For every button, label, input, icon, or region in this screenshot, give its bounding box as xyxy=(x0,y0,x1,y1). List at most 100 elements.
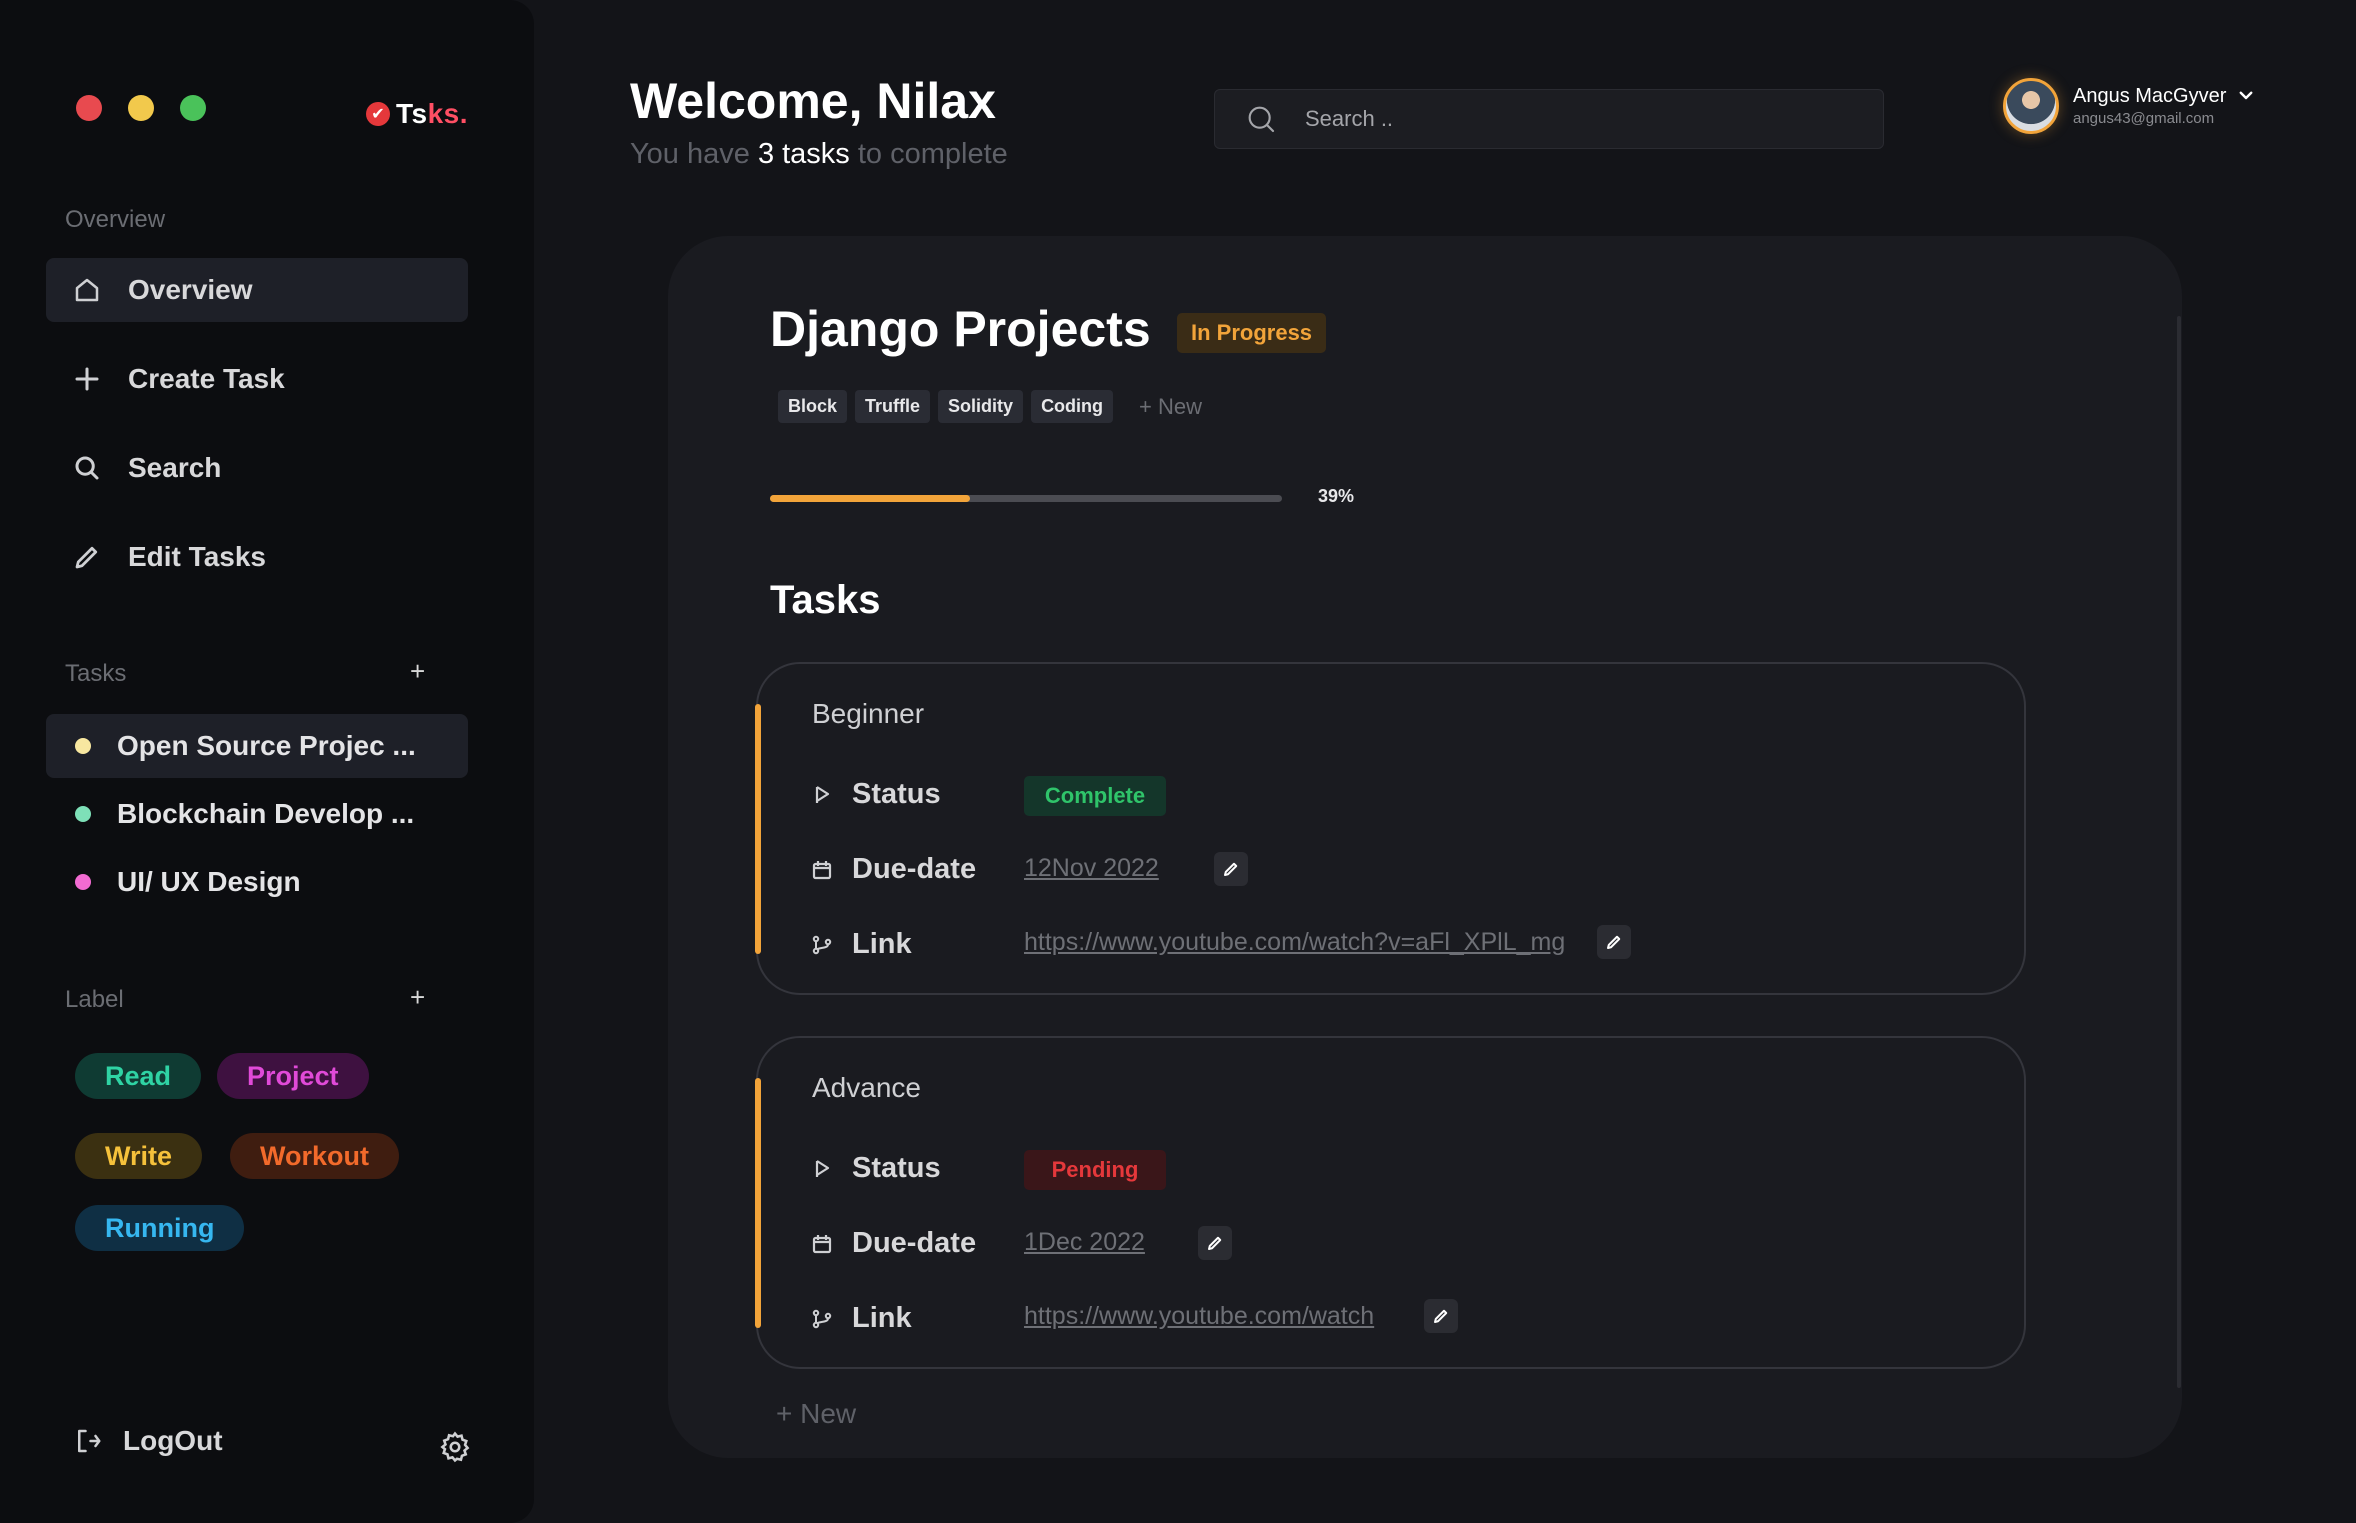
window-controls xyxy=(76,95,206,121)
project-tags: Block Truffle Solidity Coding + New xyxy=(778,390,1202,423)
calendar-icon xyxy=(812,1234,832,1253)
due-date-value[interactable]: 1Dec 2022 xyxy=(1024,1228,1145,1257)
task-color-dot xyxy=(75,806,91,822)
logout-button[interactable]: LogOut xyxy=(73,1425,223,1457)
link-row: Link xyxy=(810,928,912,961)
tasks-remaining-count: 3 tasks xyxy=(757,138,850,170)
add-tag-button[interactable]: + New xyxy=(1139,394,1202,420)
app-logo: ✔ Tsks. xyxy=(366,98,468,130)
nav-search[interactable]: Search xyxy=(46,436,468,500)
status-row: Status xyxy=(810,1152,941,1185)
nav-edit-tasks[interactable]: Edit Tasks xyxy=(46,525,468,589)
nav-overview-label: Overview xyxy=(128,274,253,305)
project-progress-percent: 39% xyxy=(1318,486,1355,506)
close-window-button[interactable] xyxy=(76,95,102,121)
logo-text-accent: ks. xyxy=(427,98,469,129)
label-chip-workout[interactable]: Workout xyxy=(230,1133,399,1179)
tag-coding[interactable]: Coding xyxy=(1031,390,1114,423)
status-pill-pending[interactable]: Pending xyxy=(1024,1150,1166,1190)
edit-due-date-button[interactable] xyxy=(1214,852,1248,886)
project-title: Django Projects xyxy=(770,301,1151,357)
search-bar[interactable] xyxy=(1214,89,1884,149)
due-date-value[interactable]: 12Nov 2022 xyxy=(1024,854,1159,883)
task-card-title: Beginner xyxy=(812,698,925,729)
task-card-beginner[interactable]: Beginner Status Complete Due-date 12Nov … xyxy=(755,662,2026,995)
edit-link-button[interactable] xyxy=(1424,1299,1458,1333)
task-card-advance[interactable]: Advance Status Pending Due-date 1Dec 202… xyxy=(755,1036,2026,1369)
tag-solidity[interactable]: Solidity xyxy=(938,390,1024,423)
nav-edit-tasks-label: Edit Tasks xyxy=(128,541,266,572)
edit-link-button[interactable] xyxy=(1597,925,1631,959)
tag-block[interactable]: Block xyxy=(778,390,848,423)
sidebar-task-blockchain[interactable]: Blockchain Develop ... xyxy=(46,782,468,846)
label-chip-write[interactable]: Write xyxy=(75,1133,203,1179)
pencil-icon xyxy=(1607,935,1621,949)
user-menu[interactable]: Angus MacGyver angus43@gmail.com xyxy=(2003,78,2226,134)
calendar-icon xyxy=(812,860,832,879)
pencil-icon xyxy=(1208,1236,1222,1250)
task-card-title: Advance xyxy=(812,1072,921,1103)
logout-label: LogOut xyxy=(123,1425,223,1456)
search-input[interactable] xyxy=(1305,106,1865,132)
avatar[interactable] xyxy=(2003,78,2059,134)
sidebar-task-open-source[interactable]: Open Source Projec ... xyxy=(46,714,468,778)
project-status-badge: In Progress xyxy=(1177,313,1327,353)
plus-icon xyxy=(75,367,99,391)
maximize-window-button[interactable] xyxy=(180,95,206,121)
user-name: Angus MacGyver xyxy=(2073,85,2227,107)
label-section-label: Label xyxy=(65,986,124,1013)
tasks-section-label: Tasks xyxy=(65,660,127,687)
card-accent-bar xyxy=(755,704,761,954)
nav-search-label: Search xyxy=(128,452,222,483)
due-date-row: Due-date xyxy=(810,1227,976,1260)
task-color-dot xyxy=(75,874,91,890)
tasks-heading: Tasks xyxy=(770,578,881,622)
git-branch-icon xyxy=(812,1309,832,1328)
link-key: Link xyxy=(852,1302,912,1334)
add-label-button[interactable]: + xyxy=(410,982,425,1013)
sidebar: ✔ Tsks. Overview Overview Create Task Se… xyxy=(0,0,534,1523)
status-pill-complete[interactable]: Complete xyxy=(1024,776,1166,816)
home-icon xyxy=(75,278,99,302)
nav-create-task-label: Create Task xyxy=(128,363,285,394)
search-icon xyxy=(1248,106,1275,133)
tag-truffle[interactable]: Truffle xyxy=(855,390,931,423)
due-date-row: Due-date xyxy=(810,853,976,886)
git-branch-icon xyxy=(812,935,832,954)
project-progress-fill xyxy=(770,495,970,502)
add-task-card-button[interactable]: + New xyxy=(776,1398,856,1430)
pencil-icon xyxy=(1434,1309,1448,1323)
chevron-down-icon[interactable] xyxy=(2237,86,2255,104)
check-circle-icon: ✔ xyxy=(366,102,390,126)
label-chip-project[interactable]: Project xyxy=(217,1053,369,1099)
sidebar-task-ui-ux[interactable]: UI/ UX Design xyxy=(46,850,468,914)
welcome-heading: Welcome, Nilax xyxy=(630,73,996,129)
label-chip-running[interactable]: Running xyxy=(75,1205,245,1251)
task-color-dot xyxy=(75,738,91,754)
add-task-button[interactable]: + xyxy=(410,656,425,687)
overview-section-label: Overview xyxy=(65,206,166,233)
nav-create-task[interactable]: Create Task xyxy=(46,347,468,411)
logout-icon xyxy=(78,1429,101,1453)
pencil-icon xyxy=(75,546,98,569)
sidebar-task-label: Blockchain Develop ... xyxy=(117,798,415,829)
status-key: Status xyxy=(852,1152,941,1184)
tasks-remaining-text: You have 3 tasks to complete xyxy=(630,138,1008,170)
user-email: angus43@gmail.com xyxy=(2073,110,2215,127)
link-row: Link xyxy=(810,1302,912,1335)
search-icon xyxy=(75,456,99,480)
label-chip-read[interactable]: Read xyxy=(75,1053,202,1099)
panel-scrollbar[interactable] xyxy=(2177,316,2181,1388)
link-value[interactable]: https://www.youtube.com/watch xyxy=(1024,1302,1374,1331)
edit-due-date-button[interactable] xyxy=(1198,1226,1232,1260)
minimize-window-button[interactable] xyxy=(128,95,154,121)
flag-icon xyxy=(815,785,830,803)
link-key: Link xyxy=(852,928,912,960)
due-date-key: Due-date xyxy=(852,853,977,885)
link-value[interactable]: https://www.youtube.com/watch?v=aFl_XPlL… xyxy=(1024,928,1565,957)
due-date-key: Due-date xyxy=(852,1227,977,1259)
flag-icon xyxy=(815,1159,830,1177)
status-key: Status xyxy=(852,778,941,810)
nav-overview[interactable]: Overview xyxy=(46,258,468,322)
gear-icon[interactable] xyxy=(438,1430,472,1464)
